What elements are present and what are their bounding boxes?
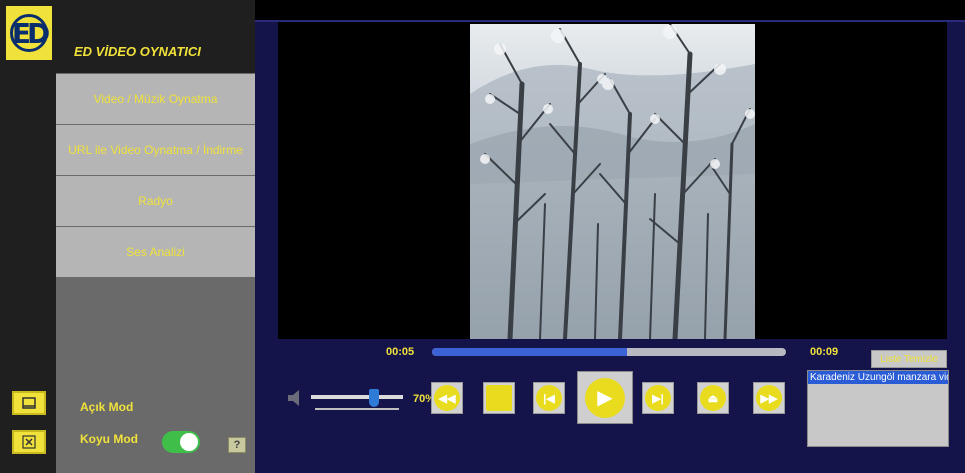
eject-button[interactable]: ⏏	[697, 382, 729, 414]
current-time: 00:05	[386, 346, 415, 358]
play-icon: ▶	[585, 377, 625, 418]
sidebar-menu: Video / Müzik Oynatma URL ile Video Oyna…	[56, 74, 255, 278]
skip-next-icon: ▶|	[645, 385, 671, 411]
close-button[interactable]	[12, 430, 46, 454]
skip-previous-icon: |◀	[536, 385, 562, 411]
volume-slider-baseline	[315, 408, 399, 410]
dark-mode-toggle[interactable]	[162, 431, 200, 453]
left-strip: ED	[0, 0, 56, 473]
close-icon	[22, 435, 36, 449]
sidebar-header: ED VİDEO OYNATICI	[56, 0, 255, 73]
snowy-forest-image	[470, 24, 755, 339]
progress-bar[interactable]	[432, 348, 786, 356]
help-button[interactable]: ?	[228, 437, 246, 453]
dark-mode-label: Koyu Mod	[80, 432, 138, 446]
fast-forward-button[interactable]: ▶▶	[753, 382, 785, 414]
video-frame	[470, 24, 755, 339]
playlist-item[interactable]: Karadeniz Uzungöl manzara video	[808, 371, 948, 384]
minimize-icon	[22, 397, 36, 409]
rewind-button[interactable]: ◀◀	[431, 382, 463, 414]
toggle-knob	[180, 433, 198, 451]
play-button[interactable]: ▶	[577, 371, 633, 424]
app-title: ED VİDEO OYNATICI	[74, 44, 201, 59]
next-button[interactable]: ▶|	[642, 382, 674, 414]
app-logo: ED	[6, 6, 52, 60]
minimize-button[interactable]	[12, 391, 46, 415]
eject-icon: ⏏	[700, 385, 726, 411]
volume-slider-thumb[interactable]	[369, 389, 379, 407]
speaker-icon[interactable]	[287, 388, 303, 408]
progress-fill	[432, 348, 627, 356]
video-display[interactable]	[278, 22, 947, 339]
fast-forward-icon: ▶▶	[756, 385, 782, 411]
clear-list-button[interactable]: Liste Temizle	[871, 350, 947, 368]
playlist[interactable]: Karadeniz Uzungöl manzara video	[807, 370, 949, 447]
menu-item-url-video[interactable]: URL ile Video Oynatma / İndirme	[56, 125, 255, 175]
sidebar: ED VİDEO OYNATICI Video / Müzik Oynatma …	[56, 0, 255, 473]
menu-item-video-music[interactable]: Video / Müzik Oynatma	[56, 74, 255, 124]
stop-icon	[486, 385, 512, 411]
previous-button[interactable]: |◀	[533, 382, 565, 414]
light-mode-label: Açık Mod	[80, 400, 134, 414]
menu-item-radio[interactable]: Radyo	[56, 176, 255, 226]
stop-button[interactable]	[483, 382, 515, 414]
total-time: 00:09	[810, 346, 839, 358]
menu-item-sound-analysis[interactable]: Ses Analizi	[56, 227, 255, 277]
rewind-icon: ◀◀	[434, 385, 460, 411]
logo-ring	[10, 14, 48, 52]
volume-slider-track[interactable]	[311, 395, 403, 399]
